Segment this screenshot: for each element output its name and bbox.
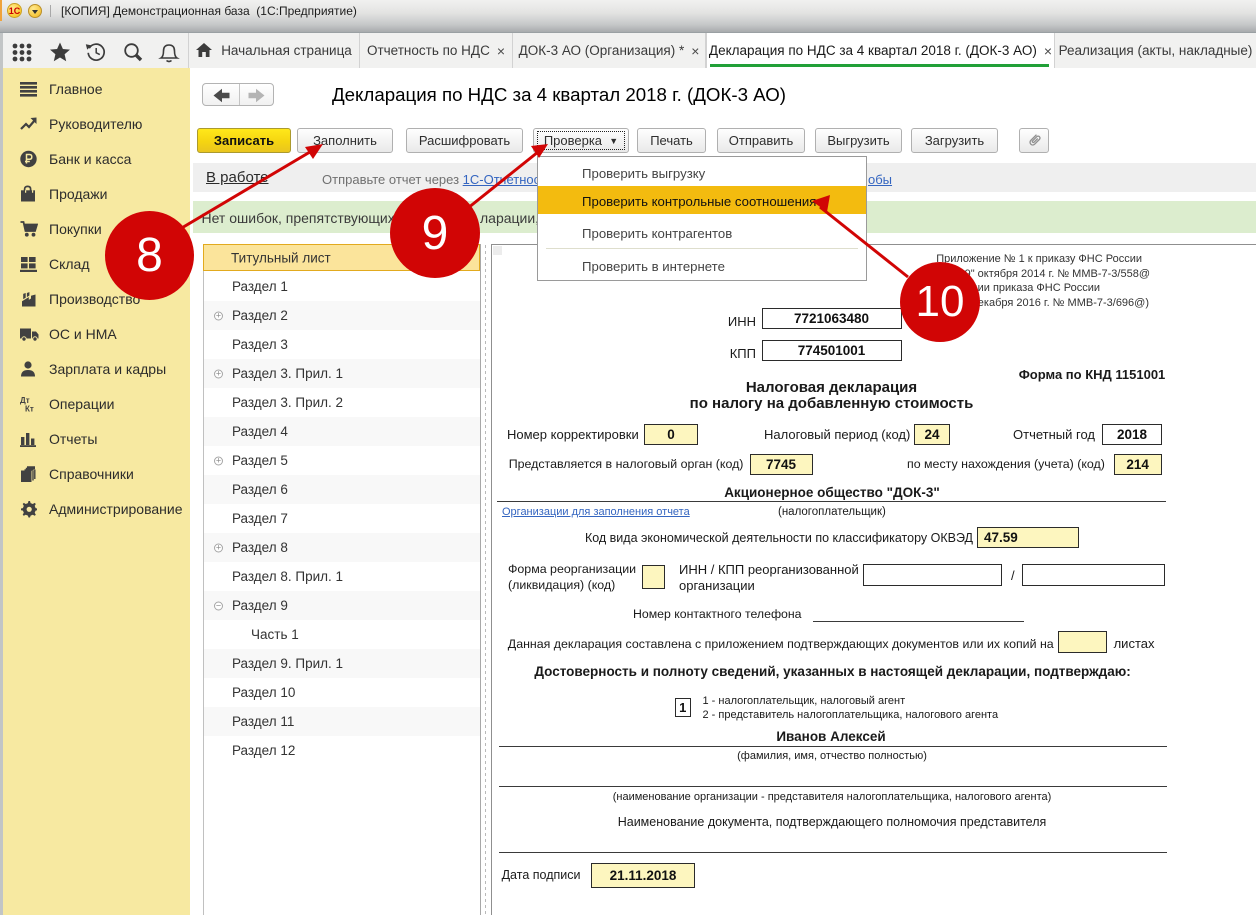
svg-text:Кт: Кт xyxy=(25,405,34,413)
